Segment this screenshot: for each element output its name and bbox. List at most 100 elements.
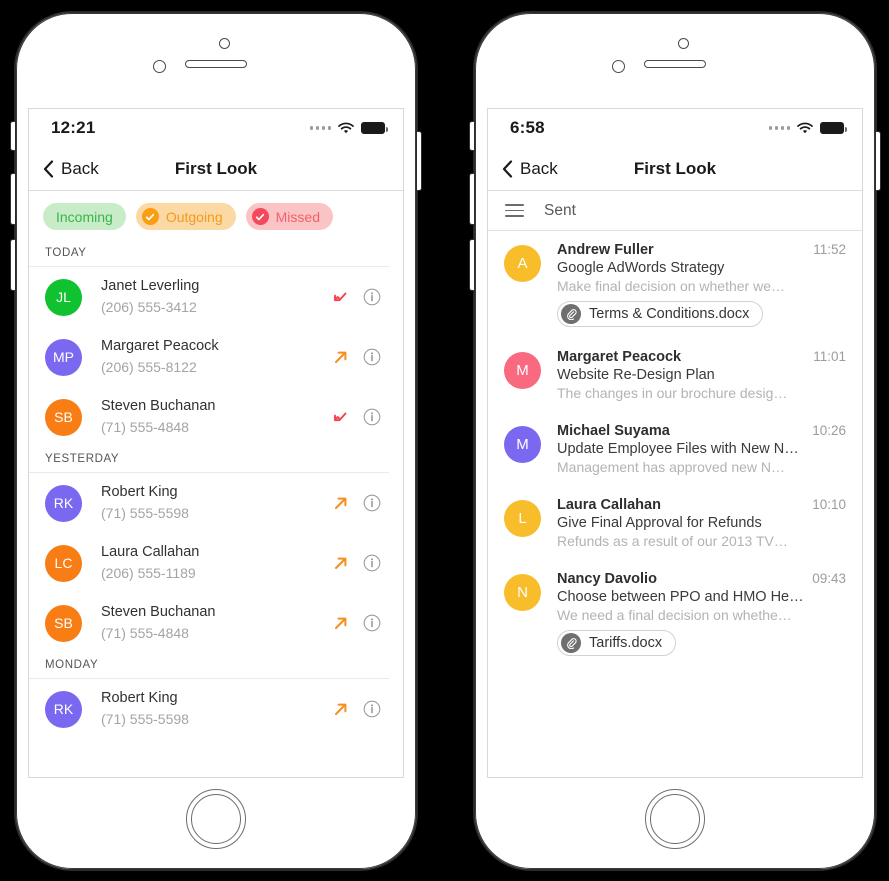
avatar: RK: [45, 690, 82, 728]
proximity-sensor-icon: [153, 60, 166, 73]
filter-chip-missed[interactable]: Missed: [245, 203, 333, 230]
info-circle-icon[interactable]: [357, 554, 387, 572]
call-row[interactable]: RK Robert King (71) 555-5598: [29, 679, 403, 739]
info-circle-icon[interactable]: [357, 614, 387, 632]
silent-switch[interactable]: [469, 121, 474, 151]
call-section: YESTERDAY: [29, 447, 403, 474]
outgoing-call-arrow-icon: [323, 701, 357, 718]
status-icons: [309, 122, 388, 134]
mail-row[interactable]: M Michael Suyama 10:26 Update Employee File…: [488, 412, 862, 486]
contact-phone: (206) 555-8122: [101, 359, 197, 376]
avatar: N: [504, 574, 541, 611]
back-button[interactable]: Back: [29, 159, 99, 179]
call-text-block: Steven Buchanan (71) 555-4848: [82, 602, 323, 644]
call-section: MONDAY: [29, 653, 403, 680]
contact-name: Janet Leverling: [101, 278, 200, 294]
call-row[interactable]: SB Steven Buchanan (71) 555-4848: [29, 593, 403, 653]
call-row[interactable]: RK Robert King (71) 555-5598: [29, 473, 403, 533]
screen-left: 12:21 Back First Look Incoming Outgoing …: [28, 108, 404, 778]
mail-timestamp: 10:26: [812, 423, 846, 438]
mail-timestamp: 10:10: [812, 497, 846, 512]
info-circle-icon[interactable]: [357, 700, 387, 718]
contact-name: Steven Buchanan: [101, 398, 216, 415]
paperclip-icon: [561, 633, 581, 653]
mail-sender: Margaret Peacock: [557, 349, 682, 365]
attachment-chip[interactable]: Terms & Conditions.docx: [557, 301, 764, 327]
call-row[interactable]: LC Laura Callahan (206) 555-1189: [29, 533, 403, 593]
earpiece-speaker: [644, 60, 706, 68]
contact-name: Steven Buchanan: [101, 604, 216, 621]
folder-bar: Sent: [488, 191, 862, 231]
mail-row[interactable]: L Laura Callahan 10:10 Give Final Approval …: [488, 486, 862, 560]
signal-dots-icon: [768, 126, 790, 130]
mail-row[interactable]: M Margaret Peacock 11:01 Website Re-Design …: [488, 338, 862, 412]
mail-preview: Refunds as a result of our 2013 TV…: [557, 533, 788, 549]
status-bar-right: 6:58: [488, 109, 862, 147]
mail-subject: Choose between PPO and HMO He…: [557, 589, 804, 605]
contact-phone: (206) 555-3412: [101, 299, 197, 316]
proximity-sensor-icon: [612, 60, 625, 73]
missed-call-arrow-icon: [323, 289, 357, 306]
info-circle-icon[interactable]: [357, 408, 387, 426]
back-button[interactable]: Back: [488, 159, 558, 179]
volume-up-button[interactable]: [469, 173, 474, 225]
volume-up-button[interactable]: [10, 173, 15, 225]
chevron-left-icon: [502, 159, 513, 178]
mail-header-row: Laura Callahan 10:10: [557, 497, 846, 513]
avatar: L: [504, 500, 541, 537]
contact-phone: (206) 555-1189: [101, 565, 196, 582]
filter-chip-outgoing[interactable]: Outgoing: [135, 203, 236, 230]
info-circle-icon[interactable]: [357, 288, 387, 306]
contact-phone: (71) 555-5598: [101, 711, 189, 728]
screen-right: 6:58 Back First Look Sent A Andrew Fulle…: [487, 108, 863, 778]
contact-name: Laura Callahan: [101, 544, 200, 561]
folder-name: Sent: [544, 201, 576, 219]
home-button[interactable]: [645, 789, 705, 849]
call-row[interactable]: SB Steven Buchanan (71) 555-4848: [29, 387, 403, 447]
filter-chip-label: Outgoing: [165, 208, 223, 225]
call-text-block: Robert King (71) 555-5598: [82, 688, 323, 730]
avatar: M: [504, 352, 541, 389]
info-circle-icon[interactable]: [357, 494, 387, 512]
mail-subject: Google AdWords Strategy: [557, 260, 725, 276]
hamburger-menu-icon[interactable]: [505, 204, 524, 217]
silent-switch[interactable]: [10, 121, 15, 151]
mail-header-row: Andrew Fuller 11:52: [557, 242, 846, 258]
outgoing-call-arrow-icon: [323, 349, 357, 366]
front-camera-icon: [219, 38, 230, 49]
info-circle-icon[interactable]: [357, 348, 387, 366]
mail-body: Nancy Davolio 09:43 Choose between PPO and…: [541, 571, 846, 656]
call-list: TODAY JL Janet Leverling (206) 555-3412 MP Ma…: [29, 241, 403, 740]
chevron-left-icon: [43, 159, 54, 178]
mail-preview: The changes in our brochure desig…: [557, 385, 788, 401]
mail-sender: Nancy Davolio: [557, 571, 657, 587]
call-text-block: Janet Leverling (206) 555-3412: [82, 276, 323, 318]
filter-chip-incoming[interactable]: Incoming: [43, 203, 126, 230]
volume-down-button[interactable]: [10, 239, 15, 291]
call-text-block: Steven Buchanan (71) 555-4848: [82, 396, 323, 438]
battery-full-icon: [361, 122, 388, 134]
power-button[interactable]: [417, 131, 422, 191]
volume-down-button[interactable]: [469, 239, 474, 291]
status-bar-left: 12:21: [29, 109, 403, 147]
status-clock: 6:58: [510, 118, 545, 137]
avatar: LC: [45, 544, 82, 582]
paperclip-icon: [561, 304, 581, 324]
power-button[interactable]: [876, 131, 881, 191]
mail-header-row: Margaret Peacock 11:01: [557, 349, 846, 365]
mail-subject: Give Final Approval for Refunds: [557, 515, 762, 531]
filter-chip-group: Incoming Outgoing Missed: [29, 191, 403, 241]
call-row[interactable]: JL Janet Leverling (206) 555-3412: [29, 267, 403, 327]
mail-row[interactable]: N Nancy Davolio 09:43 Choose between PPO an…: [488, 560, 862, 667]
mail-timestamp: 09:43: [812, 571, 846, 586]
call-row[interactable]: MP Margaret Peacock (206) 555-8122: [29, 327, 403, 387]
battery-full-icon: [820, 122, 847, 134]
mail-row[interactable]: A Andrew Fuller 11:52 Google AdWords Strate…: [488, 231, 862, 338]
home-button[interactable]: [186, 789, 246, 849]
phones-stage: 12:21 Back First Look Incoming Outgoing …: [0, 0, 889, 881]
back-label: Back: [61, 158, 99, 178]
call-section-header: TODAY: [29, 241, 389, 267]
outgoing-call-arrow-icon: [323, 615, 357, 632]
mail-header-row: Michael Suyama 10:26: [557, 423, 846, 439]
attachment-chip[interactable]: Tariffs.docx: [557, 630, 677, 656]
